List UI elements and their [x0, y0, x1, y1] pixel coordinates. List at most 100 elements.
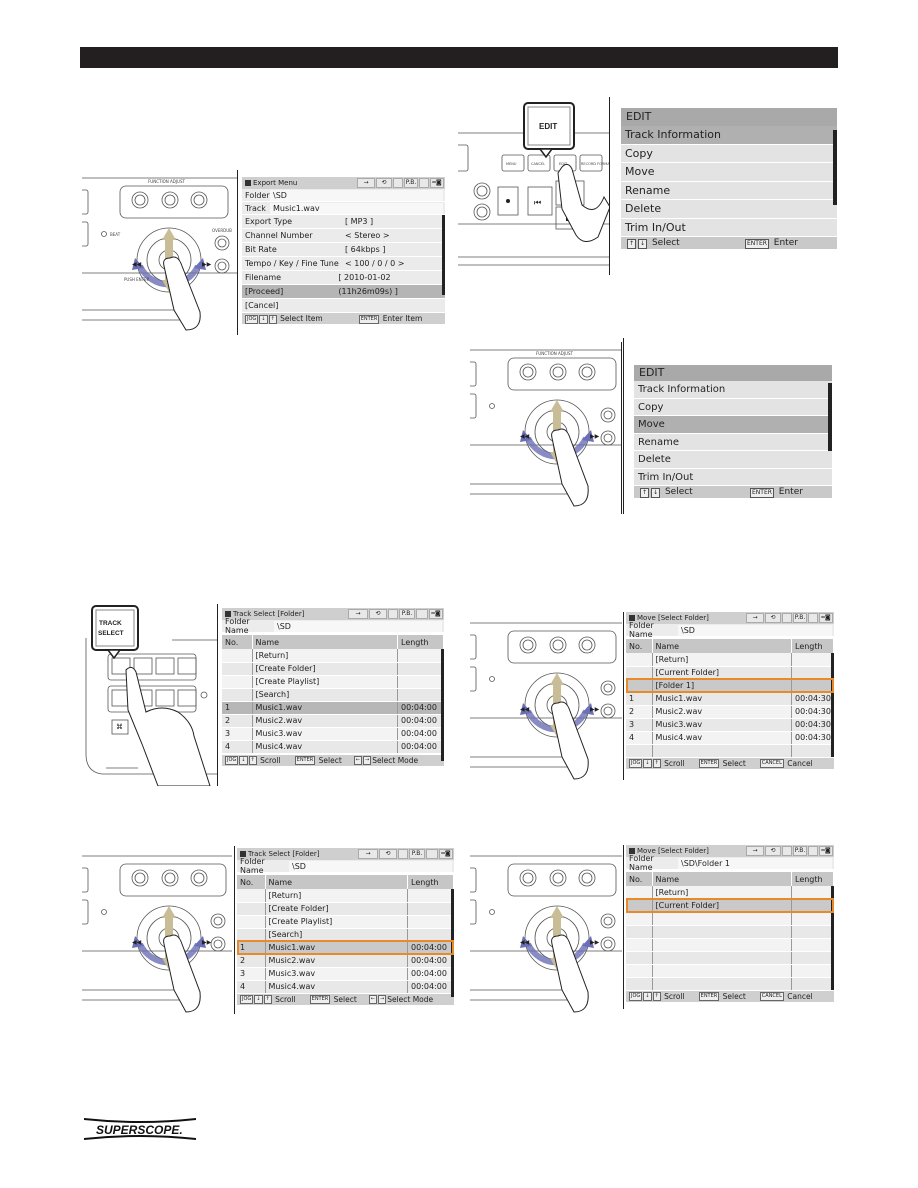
up-arrow-icon: ↑ [627, 239, 637, 249]
menu-item-rename[interactable]: Rename [621, 181, 837, 200]
move-select-screen-2: Move [Select Folder] → ⟲ P.B. ═◙ Folder … [626, 845, 834, 1005]
row-name: Music4.wav [652, 731, 792, 745]
row-number: 3 [626, 718, 653, 732]
menu-item-copy[interactable]: Copy [634, 398, 832, 416]
table-row[interactable] [626, 938, 834, 952]
folder-label: Folder [245, 190, 270, 200]
footer-hints: JOG ↓ ↑ Scroll ENTER Select CANCEL Cancel [626, 757, 834, 769]
menu-item-rename[interactable]: Rename [634, 433, 832, 451]
scrollbar[interactable] [833, 130, 837, 205]
row-length [397, 675, 444, 689]
blank-indicator [416, 609, 428, 619]
table-row[interactable]: 3 Music3.wav 00:04:30 [626, 718, 834, 732]
menu-item-move[interactable]: Move [621, 163, 837, 182]
row-length: 00:04:00 [397, 740, 444, 754]
proceed-item[interactable]: [Proceed] [242, 285, 445, 299]
battery-icon: ═◙ [819, 613, 833, 623]
export-type-item[interactable]: Export Type[ MP3 ] [242, 215, 445, 229]
table-row[interactable] [626, 951, 834, 965]
menu-item-delete[interactable]: Delete [621, 200, 837, 219]
table-row[interactable]: 4 Music4.wav 00:04:30 [626, 731, 834, 745]
table-row[interactable]: 2 Music2.wav 00:04:30 [626, 705, 834, 719]
filename-item[interactable]: Filename[ 2010-01-02 (11h26m09s) ] [242, 271, 445, 296]
table-row[interactable]: [Create Folder] [222, 662, 444, 676]
table-row[interactable] [626, 925, 834, 939]
table-row[interactable]: 1 Music1.wav 00:04:00 [222, 701, 444, 715]
function-adjust-label: FUNCTION ADJUST [148, 179, 186, 184]
menu-item-copy[interactable]: Copy [621, 144, 837, 163]
table-row[interactable]: [Search] [222, 688, 444, 702]
table-row[interactable]: 1 Music1.wav 00:04:00 [237, 941, 454, 955]
menu-item-trim[interactable]: Trim In/Out [634, 468, 832, 486]
table-row[interactable]: [Folder 1] [626, 679, 834, 693]
row-name: Music2.wav [652, 705, 792, 719]
table-row[interactable]: 3 Music3.wav 00:04:00 [222, 727, 444, 741]
row-name [652, 938, 792, 952]
arrow-right-icon: → [357, 178, 375, 188]
table-row[interactable]: 4 Music4.wav 00:04:00 [237, 980, 454, 994]
row-length [791, 679, 834, 693]
track-table: No. Name Length [Return] [Create Folder] [Cr… [237, 875, 454, 994]
table-row[interactable] [626, 977, 834, 991]
divider [237, 170, 238, 335]
edit-callout-label: EDIT [539, 122, 557, 131]
tempo-key-item[interactable]: Tempo / Key / Fine Tune < 100 / 0 / 0 > [242, 257, 445, 271]
table-row[interactable]: [Current Folder] [626, 666, 834, 680]
table-row[interactable]: 4 Music4.wav 00:04:00 [222, 740, 444, 754]
jog-wheel-drawing: FUNCTION ADJUST BEAT OVERDUB ◀◀ ▶▶ PUSH … [82, 177, 238, 331]
table-row[interactable]: [Return] [222, 649, 444, 663]
folder-value: \SD [270, 189, 443, 201]
move-select-screen-1: Move [Select Folder] → ⟲ P.B. ═◙ Folder … [626, 612, 834, 775]
edit-menu-screen-2: EDIT Track Information Copy Move Rename … [634, 365, 832, 498]
table-row[interactable]: 2 Music2.wav 00:04:00 [237, 954, 454, 968]
row-number: 3 [237, 967, 266, 981]
scrollbar[interactable] [451, 889, 454, 997]
table-row[interactable]: [Create Playlist] [237, 915, 454, 929]
track-callout-label: TRACK [99, 620, 122, 627]
edit-button-illustration: ⏮ ▶/⏸ EDIT MENU CANCEL EDIT RECORD FORMA… [458, 97, 610, 275]
menu-item-trim[interactable]: Trim In/Out [621, 218, 837, 237]
menu-item-track-information[interactable]: Track Information [621, 126, 837, 145]
edit-menu-list: Track Information Copy Move Rename Delet… [634, 381, 832, 486]
jog-wheel-illustration-4: ◀◀ ▶▶ [82, 848, 232, 1020]
table-row[interactable]: 1 Music1.wav 00:04:30 [626, 692, 834, 706]
table-row[interactable]: 3 Music3.wav 00:04:00 [237, 967, 454, 981]
folder-list: No. Name Length [Return] [Current Folder] [626, 872, 834, 991]
folder-name-row: Folder Name \SD [626, 621, 834, 639]
rewind-icon: ◀◀ [520, 939, 530, 946]
row-number [237, 915, 266, 929]
menu-item-delete[interactable]: Delete [634, 451, 832, 469]
table-row[interactable] [626, 912, 834, 926]
table-row[interactable]: [Create Folder] [237, 902, 454, 916]
scrollbar[interactable] [442, 215, 445, 295]
scrollbar[interactable] [828, 383, 832, 451]
table-row[interactable] [626, 744, 834, 758]
table-row[interactable]: [Current Folder] [626, 899, 834, 913]
right-column-divider [623, 338, 624, 514]
row-name: [Create Playlist] [265, 915, 408, 929]
scrollbar[interactable] [441, 649, 444, 761]
table-row[interactable] [626, 964, 834, 978]
row-length: 00:04:00 [397, 714, 444, 728]
jog-wheel-illustration-2: FUNCTION ADJUST ◀◀ ▶▶ [470, 342, 622, 514]
scrollbar[interactable] [831, 653, 834, 757]
bit-rate-item[interactable]: Bit Rate[ 64kbps ] [242, 243, 445, 257]
jog-wheel-drawing: ◀◀ ▶▶ [82, 855, 232, 1013]
menu-item-move[interactable]: Move [634, 416, 832, 434]
scrollbar[interactable] [831, 886, 834, 990]
channel-number-item[interactable]: Channel Number < Stereo > [242, 229, 445, 243]
cancel-item[interactable]: [Cancel] [242, 299, 445, 313]
row-length: 00:04:00 [407, 954, 454, 968]
arrow-right-icon: → [358, 849, 378, 859]
row-number: 1 [222, 701, 253, 715]
table-row[interactable]: [Create Playlist] [222, 675, 444, 689]
row-name: [Current Folder] [652, 899, 792, 913]
row-name: [Return] [652, 653, 792, 667]
table-row[interactable]: [Return] [626, 653, 834, 667]
table-row[interactable]: [Search] [237, 928, 454, 942]
menu-item-track-information[interactable]: Track Information [634, 381, 832, 399]
table-row[interactable]: [Return] [237, 889, 454, 903]
table-row[interactable]: [Return] [626, 886, 834, 900]
fast-forward-icon: ▶▶ [202, 939, 212, 946]
table-row[interactable]: 2 Music2.wav 00:04:00 [222, 714, 444, 728]
